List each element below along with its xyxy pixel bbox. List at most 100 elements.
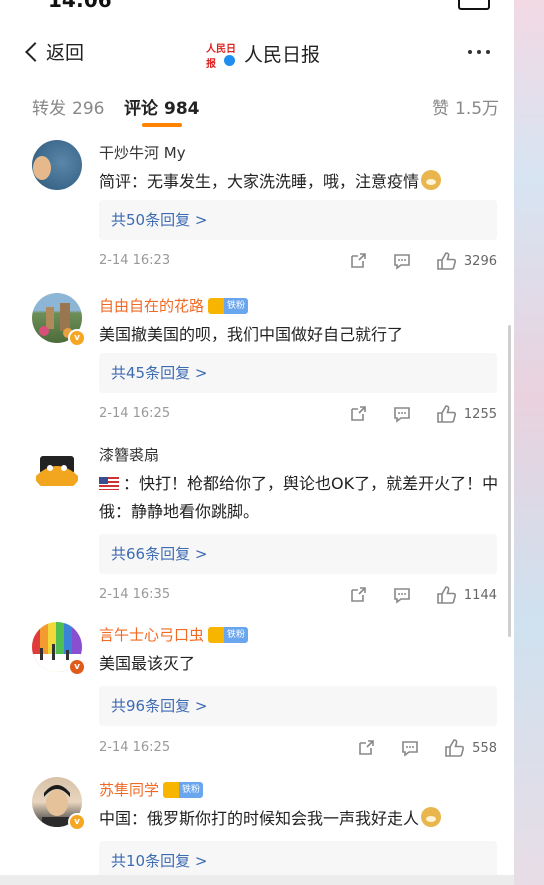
avatar[interactable] (32, 442, 82, 492)
more-options-icon[interactable] (468, 50, 490, 54)
comment-text: 中国：俄罗斯你打的时候知会我一声我好走人 (99, 805, 499, 833)
fan-badge-label: 铁粉 (179, 781, 204, 798)
navigation-bar: 返回 人民日报 人民日报 (0, 16, 514, 78)
username-text: 苏隼同学 (99, 781, 160, 799)
status-time: 14:06 (48, 0, 112, 12)
weibo-comments-screen: 14:06 返回 人民日报 人民日报 转发 296 评论 984 赞 1.5万 (0, 0, 514, 875)
fan-badge: 铁粉 (208, 297, 249, 314)
thumbs-up-icon[interactable] (436, 403, 458, 425)
comment-username[interactable]: 言午士心弓口虫 铁粉 (99, 624, 249, 645)
replies-link[interactable]: 共10条回复 > (99, 841, 497, 875)
reply-comment-icon[interactable] (392, 404, 412, 424)
comment-body: 美国撤美国的呗，我们中国做好自己就行了 (99, 325, 404, 344)
reply-comment-icon[interactable] (400, 738, 420, 758)
comment-username[interactable]: 漆簪裘扇 (99, 444, 159, 465)
account-title[interactable]: 人民日报 人民日报 (206, 38, 321, 71)
tab-reposts[interactable]: 转发 296 (32, 94, 104, 119)
verified-badge-icon: v (68, 329, 86, 347)
background-wallpaper (514, 0, 544, 885)
comment-actions: 3296 (348, 250, 497, 272)
comment-time: 2-14 16:35 (99, 587, 171, 602)
tab-comments-label: 评论 (124, 99, 158, 119)
comment-item: 漆簪裘扇 ：快打！枪都给你了，舆论也OK了，就差开火了！中俄：静静地看你跳脚。 … (0, 434, 514, 615)
active-tab-indicator (142, 123, 182, 127)
tab-comments-count: 984 (164, 99, 200, 119)
comment-actions: 1144 (348, 584, 497, 606)
share-icon[interactable] (348, 585, 368, 605)
like-count: 558 (472, 740, 497, 756)
comment-item: v 苏隼同学 铁粉 中国：俄罗斯你打的时候知会我一声我好走人 共10条回复 > (0, 769, 514, 875)
people-daily-logo: 人民日报 (206, 38, 236, 70)
verified-badge-icon: v (68, 658, 86, 676)
comment-actions: 1255 (348, 403, 497, 425)
username-text: 漆簪裘扇 (99, 446, 160, 464)
replies-link[interactable]: 共50条回复 > (99, 200, 497, 240)
thumbs-up-icon[interactable] (436, 584, 458, 606)
bottom-edge (0, 875, 514, 885)
heart-badge-icon (208, 626, 225, 643)
like-count: 1144 (463, 587, 497, 603)
like-count: 3296 (463, 253, 497, 269)
avatar[interactable] (32, 140, 82, 190)
us-flag-icon (99, 477, 119, 490)
comment-time: 2-14 16:23 (99, 253, 171, 268)
scrollbar[interactable] (508, 325, 511, 637)
comment-text: 美国撤美国的呗，我们中国做好自己就行了 (99, 321, 499, 349)
comment-text: 美国最该灭了 (99, 650, 499, 678)
fan-badge-label: 铁粉 (224, 297, 249, 314)
comment-time: 2-14 16:25 (99, 406, 171, 421)
like-count: 1255 (463, 406, 497, 422)
tab-reposts-count: 296 (72, 99, 105, 119)
heart-badge-icon (163, 781, 180, 798)
share-icon[interactable] (356, 738, 376, 758)
comment-actions: 558 (356, 737, 497, 759)
status-bar: 14:06 (0, 0, 514, 16)
account-name: 人民日报 (244, 43, 321, 66)
comment-body: 中国：俄罗斯你打的时候知会我一声我好走人 (99, 809, 420, 828)
back-button[interactable]: 返回 (25, 38, 85, 65)
battery-icon (458, 0, 490, 10)
avatar-hand-image (33, 156, 51, 180)
comment-body: 简评：无事发生，大家洗洗睡，哦，注意疫情 (99, 172, 420, 191)
heart-badge-icon (208, 297, 225, 314)
fan-badge: 铁粉 (208, 626, 249, 643)
doge-emoji-icon (421, 170, 442, 190)
comment-time: 2-14 16:25 (99, 740, 171, 755)
share-icon[interactable] (348, 404, 368, 424)
username-text: 干炒牛河 My (99, 144, 186, 162)
reply-comment-icon[interactable] (392, 585, 412, 605)
reply-comment-icon[interactable] (392, 251, 412, 271)
comment-body: ：快打！枪都给你了，舆论也OK了，就差开火了！中俄：静静地看你跳脚。 (99, 474, 499, 521)
tab-likes-label: 赞 (432, 99, 449, 119)
tab-comments[interactable]: 评论 984 (124, 94, 200, 119)
replies-link[interactable]: 共45条回复 > (99, 353, 497, 393)
comment-username[interactable]: 苏隼同学 铁粉 (99, 779, 204, 800)
replies-link[interactable]: 共96条回复 > (99, 686, 497, 726)
verified-badge-icon: v (68, 813, 86, 831)
doge-emoji-icon (421, 807, 442, 827)
comment-username[interactable]: 自由自在的花路 铁粉 (99, 295, 249, 316)
tab-reposts-label: 转发 (32, 99, 66, 119)
comment-item: 干炒牛河 My 简评：无事发生，大家洗洗睡，哦，注意疫情 共50条回复 > 2-… (0, 132, 514, 286)
fan-badge-label: 铁粉 (224, 626, 249, 643)
tab-likes-count: 1.5万 (455, 99, 500, 119)
comment-item: v 自由自在的花路 铁粉 美国撤美国的呗，我们中国做好自己就行了 共45条回复 >… (0, 285, 514, 435)
username-text: 自由自在的花路 (99, 297, 205, 315)
avatar-cartoon-image (36, 456, 78, 486)
comment-username[interactable]: 干炒牛河 My (99, 142, 186, 163)
verified-icon (223, 54, 236, 67)
tab-bar: 转发 296 评论 984 赞 1.5万 (0, 78, 514, 133)
comment-text: ：快打！枪都给你了，舆论也OK了，就差开火了！中俄：静静地看你跳脚。 (99, 470, 499, 526)
replies-link[interactable]: 共66条回复 > (99, 534, 497, 574)
tab-likes[interactable]: 赞 1.5万 (432, 94, 499, 119)
comment-text: 简评：无事发生，大家洗洗睡，哦，注意疫情 (99, 168, 499, 196)
comment-item: v 言午士心弓口虫 铁粉 美国最该灭了 共96条回复 > 2-14 16:25 5… (0, 614, 514, 770)
username-text: 言午士心弓口虫 (99, 626, 205, 644)
comment-body: 美国最该灭了 (99, 654, 196, 673)
thumbs-up-icon[interactable] (444, 737, 466, 759)
thumbs-up-icon[interactable] (436, 250, 458, 272)
fan-badge: 铁粉 (163, 781, 204, 798)
chevron-left-icon (25, 42, 45, 62)
back-label: 返回 (46, 42, 85, 64)
share-icon[interactable] (348, 251, 368, 271)
